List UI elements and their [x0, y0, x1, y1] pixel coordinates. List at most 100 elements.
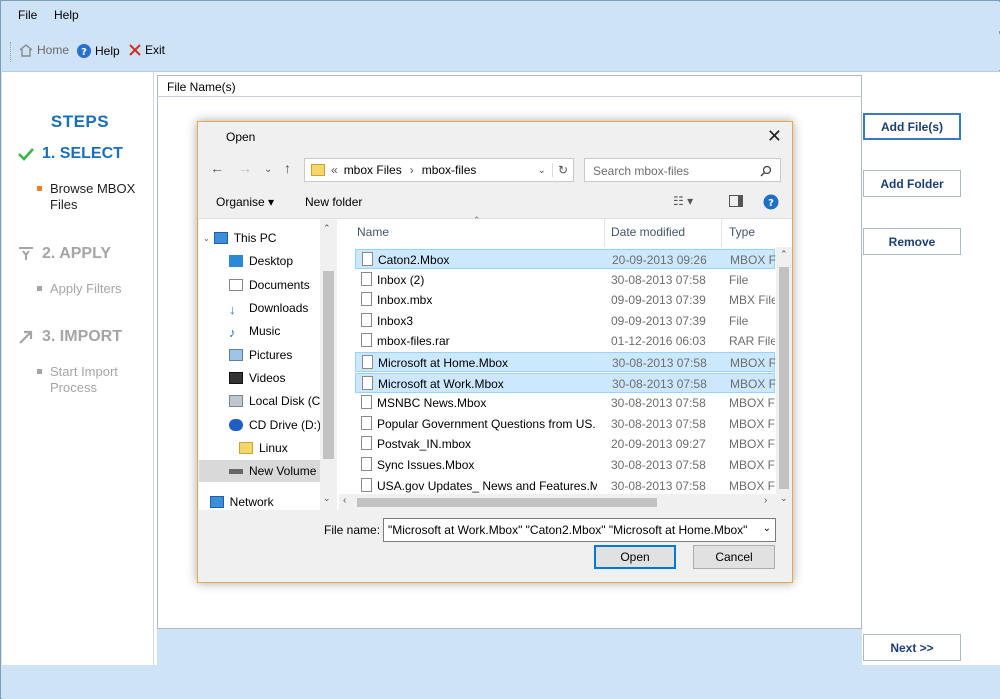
file-name-value: "Microsoft at Work.Mbox" "Caton2.Mbox" "… — [388, 523, 748, 537]
add-folder-button[interactable]: Add Folder — [863, 170, 961, 197]
menu-file[interactable]: File — [18, 8, 37, 22]
file-date: 30-08-2013 07:58 — [611, 478, 706, 493]
file-type: MBOX Fil — [729, 396, 775, 411]
tree-label: Network — [229, 495, 274, 509]
recent-locations-chevron-icon[interactable]: ⌄ — [264, 164, 272, 175]
scroll-down-icon[interactable]: ⌄ — [323, 493, 331, 504]
exit-label: Exit — [145, 43, 166, 57]
scroll-up-icon[interactable]: ⌃ — [780, 249, 788, 260]
tree-label: This PC — [233, 231, 277, 245]
forward-arrow-icon[interactable]: → — [238, 160, 252, 176]
column-type[interactable]: Type — [729, 225, 755, 239]
open-button[interactable]: Open — [594, 545, 676, 569]
cd-drive-icon — [229, 419, 243, 431]
back-arrow-icon[interactable]: ← — [210, 160, 224, 176]
column-divider[interactable] — [604, 219, 605, 247]
column-divider[interactable] — [721, 219, 722, 247]
search-input[interactable]: Search mbox-files — [584, 158, 781, 182]
file-row[interactable]: Inbox.mbx 09-09-2013 07:39 MBX File — [355, 290, 775, 310]
file-row[interactable]: USA.gov Updates_ News and Features.M... 3… — [355, 476, 775, 496]
address-bar[interactable]: « mbox Files › mbox-files ⌄ ↻ — [304, 158, 574, 182]
column-name[interactable]: Name — [357, 225, 389, 239]
tree-item-new-volume[interactable]: New Volume — [199, 460, 320, 482]
column-date-modified[interactable]: Date modified — [611, 225, 685, 239]
remove-button[interactable]: Remove — [863, 228, 961, 255]
file-date: 20-09-2013 09:26 — [612, 253, 707, 267]
check-icon — [18, 148, 34, 161]
add-files-button[interactable]: Add File(s) — [863, 113, 961, 140]
home-button[interactable]: Home — [18, 43, 69, 57]
file-icon — [361, 415, 372, 430]
computer-icon — [213, 232, 228, 244]
view-options-icon[interactable]: ☷ ▾ — [673, 194, 693, 208]
new-folder-button[interactable]: New folder — [305, 195, 362, 209]
horizontal-scroll-thumb[interactable] — [357, 498, 657, 507]
breadcrumb-separator: › — [409, 163, 414, 177]
help-button[interactable]: ? Help — [76, 43, 120, 59]
tree-label: Music — [249, 324, 281, 338]
network-icon — [209, 496, 224, 508]
file-name: Microsoft at Home.Mbox — [378, 356, 509, 370]
breadcrumb-mbox-files[interactable]: mbox Files — [344, 163, 402, 177]
toolbar-grip — [10, 42, 13, 62]
bullet-icon — [37, 186, 42, 191]
file-date: 01-12-2016 06:03 — [611, 334, 706, 349]
file-row[interactable]: mbox-files.rar 01-12-2016 06:03 RAR File — [355, 331, 775, 351]
dialog-close-button[interactable]: ✕ — [767, 126, 782, 147]
scroll-up-icon[interactable]: ⌃ — [323, 223, 331, 234]
browse-mbox-files-link[interactable]: Browse MBOX Files — [50, 181, 150, 213]
music-icon: ♪ — [229, 325, 236, 340]
file-type: MBOX Fil — [730, 356, 776, 370]
drive-icon — [229, 468, 243, 474]
refresh-icon[interactable]: ↻ — [551, 163, 573, 177]
file-row[interactable]: Microsoft at Work.Mbox 30-08-2013 07:58 MB… — [355, 372, 776, 393]
scroll-left-icon[interactable]: ‹ — [343, 495, 346, 506]
step-apply-label: 2. APPLY — [42, 245, 112, 262]
file-row[interactable]: Sync Issues.Mbox 30-08-2013 07:58 MBOX Fil — [355, 455, 775, 475]
tree-item-this-pc[interactable]: ⌄ This PC — [203, 227, 324, 249]
file-name-input[interactable]: "Microsoft at Work.Mbox" "Caton2.Mbox" "… — [383, 518, 776, 542]
file-row[interactable]: Popular Government Questions from US... 3… — [355, 414, 775, 434]
file-list-horizontal-scrollbar[interactable]: ‹ › — [339, 494, 776, 511]
bullet-icon — [37, 369, 42, 374]
step-import: 3. IMPORT — [18, 328, 122, 346]
exit-button[interactable]: Exit — [128, 43, 165, 57]
file-row[interactable]: Postvak_IN.mbox 20-09-2013 09:27 MBOX Fil — [355, 434, 775, 454]
tree-item-network[interactable]: › Network — [203, 491, 324, 513]
file-date: 30-08-2013 07:58 — [611, 458, 706, 472]
dialog-title: Open — [226, 130, 256, 144]
next-button[interactable]: Next >> — [863, 634, 961, 661]
file-icon — [361, 271, 372, 286]
expand-chevron-icon[interactable]: ⌄ — [203, 234, 210, 243]
organise-menu[interactable]: Organise ▾ — [216, 195, 274, 209]
search-placeholder: Search mbox-files — [593, 164, 690, 178]
address-dropdown-icon[interactable]: ⌄ — [538, 165, 546, 176]
tree-label: Downloads — [249, 301, 309, 315]
step-select: 1. SELECT — [18, 145, 123, 163]
file-row[interactable]: Caton2.Mbox 20-09-2013 09:26 MBOX Fil — [355, 249, 776, 269]
help-icon[interactable]: ? — [763, 194, 779, 210]
breadcrumb-current[interactable]: mbox-files — [422, 163, 477, 177]
file-row[interactable]: Microsoft at Home.Mbox 30-08-2013 07:58 MB… — [355, 352, 776, 372]
scroll-right-icon[interactable]: › — [764, 495, 767, 506]
file-row[interactable]: Inbox3 09-09-2013 07:39 File — [355, 311, 775, 331]
tree-scrollbar[interactable]: ⌃ ⌄ — [320, 219, 337, 511]
breadcrumb-overflow[interactable]: « — [331, 163, 338, 177]
tree-scroll-thumb[interactable] — [323, 271, 334, 459]
file-icon — [361, 436, 372, 451]
file-row[interactable]: MSNBC News.Mbox 30-08-2013 07:58 MBOX Fil — [355, 393, 775, 413]
preview-pane-icon[interactable] — [729, 195, 743, 207]
up-arrow-icon[interactable]: ↑ — [284, 160, 291, 176]
file-name: Microsoft at Work.Mbox — [378, 376, 504, 391]
scroll-down-icon[interactable]: ⌄ — [780, 493, 788, 504]
svg-text:?: ? — [81, 47, 87, 58]
menu-help[interactable]: Help — [54, 8, 79, 22]
file-name-dropdown-icon[interactable]: ⌄ — [762, 523, 771, 534]
file-list-vertical-scrollbar[interactable]: ⌃ ⌄ — [776, 247, 792, 511]
search-icon — [760, 165, 772, 177]
cancel-button[interactable]: Cancel — [693, 545, 775, 569]
file-icon — [361, 477, 372, 492]
file-row[interactable]: Inbox (2) 30-08-2013 07:58 File — [355, 270, 775, 290]
vertical-scroll-thumb[interactable] — [779, 267, 789, 489]
file-name: Sync Issues.Mbox — [377, 458, 475, 472]
